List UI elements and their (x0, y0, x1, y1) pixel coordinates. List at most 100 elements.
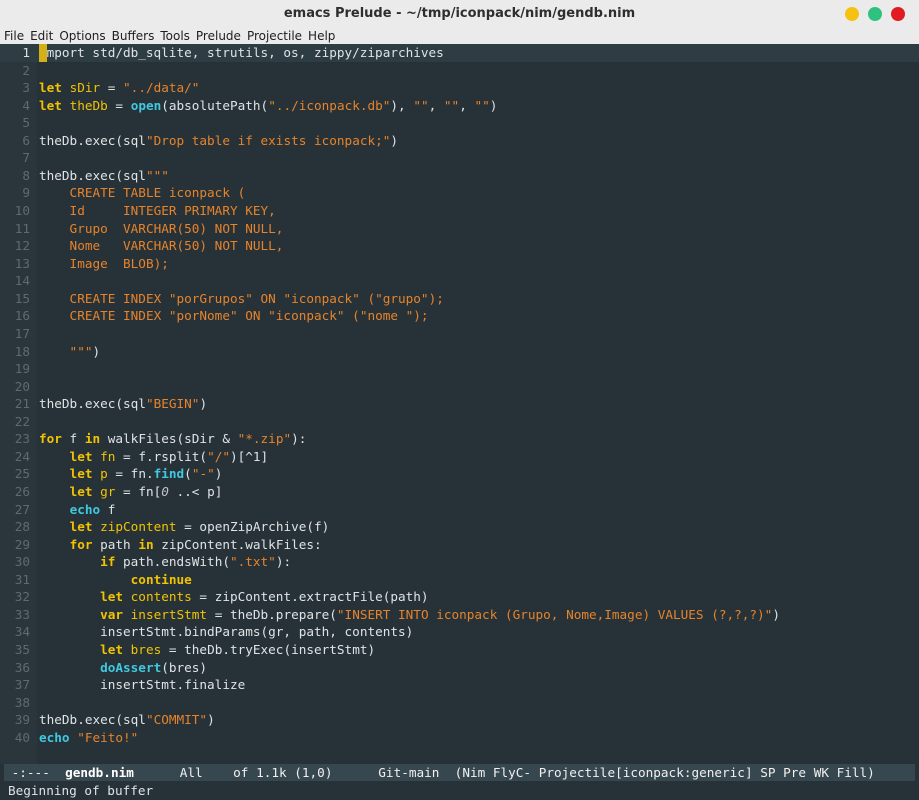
code-token: let (39, 80, 62, 96)
code-token: = theDb.tryExec(insertStmt) (161, 642, 376, 658)
code-line[interactable]: 4 let theDb = open(absolutePath("../iconp… (0, 97, 919, 115)
window-controls (845, 7, 905, 21)
line-number: 22 (14, 413, 30, 429)
code-line[interactable]: 15 CREATE INDEX "porGrupos" ON "iconpack… (0, 290, 919, 308)
code-token: , (428, 97, 444, 113)
code-line[interactable]: 11 Grupo VARCHAR(50) NOT NULL, (0, 220, 919, 238)
line-number: 1 (22, 45, 30, 60)
code-token: "BEGIN" (145, 396, 200, 412)
code-line[interactable]: 22 (0, 413, 919, 431)
code-token: "../data/" (123, 80, 200, 96)
code-token: = (107, 97, 131, 113)
mode-line-info: All of 1.1k (1,0) Git-main (Nim FlyC- Pr… (133, 765, 875, 780)
editor-buffer[interactable]: 1 mport std/db_sqlite, strutils, os, zipp… (0, 44, 919, 764)
line-number: 28 (14, 519, 30, 535)
code-line[interactable]: 14 (0, 272, 919, 290)
code-line[interactable]: 21 theDb.exec(sql"BEGIN") (0, 395, 919, 413)
minibuffer[interactable]: Beginning of buffer (0, 781, 919, 800)
code-token: Grupo VARCHAR(50) NOT NULL, (39, 220, 284, 236)
code-line[interactable]: 8 theDb.exec(sql""" (0, 167, 919, 185)
code-line[interactable]: 31 continue (0, 571, 919, 589)
line-text: echo f (39, 501, 116, 519)
code-line[interactable]: 12 Nome VARCHAR(50) NOT NULL, (0, 237, 919, 255)
code-line[interactable]: 17 (0, 325, 919, 343)
code-line[interactable]: 20 (0, 378, 919, 396)
line-number: 37 (14, 677, 30, 693)
minimize-button[interactable] (845, 7, 859, 21)
code-line[interactable]: 9 CREATE TABLE iconpack ( (0, 184, 919, 202)
code-line[interactable]: 18 """) (0, 343, 919, 361)
code-line[interactable]: 1 mport std/db_sqlite, strutils, os, zipp… (0, 44, 919, 62)
code-token: let (39, 97, 62, 113)
code-token: "" (443, 97, 460, 113)
code-token: find (153, 466, 185, 482)
menu-prelude[interactable]: Prelude (196, 29, 241, 43)
code-line[interactable]: 36 doAssert(bres) (0, 659, 919, 677)
code-line[interactable]: 25 let p = fn.find("-") (0, 465, 919, 483)
code-line[interactable]: 19 (0, 360, 919, 378)
line-text: Grupo VARCHAR(50) NOT NULL, (39, 220, 284, 238)
emacs-window: emacs Prelude - ~/tmp/iconpack/nim/gendb… (0, 0, 919, 800)
line-number: 8 (22, 167, 30, 183)
code-line[interactable]: 37 insertStmt.finalize (0, 676, 919, 694)
code-line[interactable]: 5 (0, 114, 919, 132)
line-number: 15 (14, 290, 30, 306)
line-number: 39 (14, 712, 30, 728)
code-token: CREATE TABLE iconpack ( (39, 185, 246, 201)
code-line[interactable]: 33 var insertStmt = theDb.prepare("INSER… (0, 606, 919, 624)
window-title: emacs Prelude - ~/tmp/iconpack/nim/gendb… (283, 6, 636, 21)
code-line[interactable]: 38 (0, 694, 919, 712)
menu-options[interactable]: Options (59, 29, 105, 43)
code-token: CREATE INDEX "porNome" ON "iconpack" ("n… (39, 308, 429, 324)
line-number: 13 (14, 255, 30, 271)
code-line[interactable]: 27 echo f (0, 501, 919, 519)
code-token: Image BLOB); (39, 255, 169, 271)
code-line[interactable]: 29 for path in zipContent.walkFiles: (0, 536, 919, 554)
line-text: let p = fn.find("-") (39, 465, 223, 483)
code-line[interactable]: 40 echo "Feito!" (0, 729, 919, 747)
code-token: ) (207, 712, 215, 728)
code-token: "../iconpack.db" (268, 97, 391, 113)
menu-tools[interactable]: Tools (160, 29, 190, 43)
line-text: insertStmt.finalize (39, 676, 245, 694)
code-token: let (69, 484, 93, 499)
code-line[interactable]: 7 (0, 149, 919, 167)
menu-buffers[interactable]: Buffers (112, 29, 155, 43)
code-line[interactable]: 3 let sDir = "../data/" (0, 79, 919, 97)
menu-projectile[interactable]: Projectile (247, 29, 302, 43)
code-line[interactable]: 35 let bres = theDb.tryExec(insertStmt) (0, 641, 919, 659)
code-line[interactable]: 2 (0, 62, 919, 80)
code-token: = zipContent.extractFile(path) (191, 589, 429, 605)
code-line[interactable]: 6 theDb.exec(sql"Drop table if exists ico… (0, 132, 919, 150)
code-line[interactable]: 16 CREATE INDEX "porNome" ON "iconpack" … (0, 307, 919, 325)
code-line[interactable]: 39 theDb.exec(sql"COMMIT") (0, 711, 919, 729)
code-line[interactable]: 26 let gr = fn[0 ..< p] (0, 483, 919, 501)
code-token: in (138, 536, 154, 552)
code-token: (absolutePath( (161, 97, 269, 113)
code-line[interactable]: 10 Id INTEGER PRIMARY KEY, (0, 202, 919, 220)
code-line[interactable]: 23 for f in walkFiles(sDir & "*.zip"): (0, 430, 919, 448)
code-token: ), (390, 97, 414, 113)
menu-edit[interactable]: Edit (30, 29, 53, 43)
code-token: p (100, 466, 108, 482)
menu-help[interactable]: Help (308, 29, 335, 43)
code-line[interactable]: 32 let contents = zipContent.extractFile… (0, 588, 919, 606)
code-line[interactable]: 13 Image BLOB); (0, 255, 919, 273)
mode-line-buffer-name[interactable]: gendb.nim (65, 765, 134, 780)
line-text: CREATE TABLE iconpack ( (39, 184, 246, 202)
code-token: sDir (69, 80, 101, 96)
code-line[interactable]: 34 insertStmt.bindParams(gr, path, conte… (0, 623, 919, 641)
code-line[interactable]: 24 let fn = f.rsplit("/")[^1] (0, 448, 919, 466)
code-token: "INSERT INTO iconpack (Grupo, Nome,Image… (336, 606, 773, 622)
maximize-button[interactable] (868, 7, 882, 21)
code-line[interactable]: 30 if path.endsWith(".txt"): (0, 553, 919, 571)
code-line[interactable]: 28 let zipContent = openZipArchive(f) (0, 518, 919, 536)
close-button[interactable] (891, 7, 905, 21)
menu-file[interactable]: File (4, 29, 24, 43)
